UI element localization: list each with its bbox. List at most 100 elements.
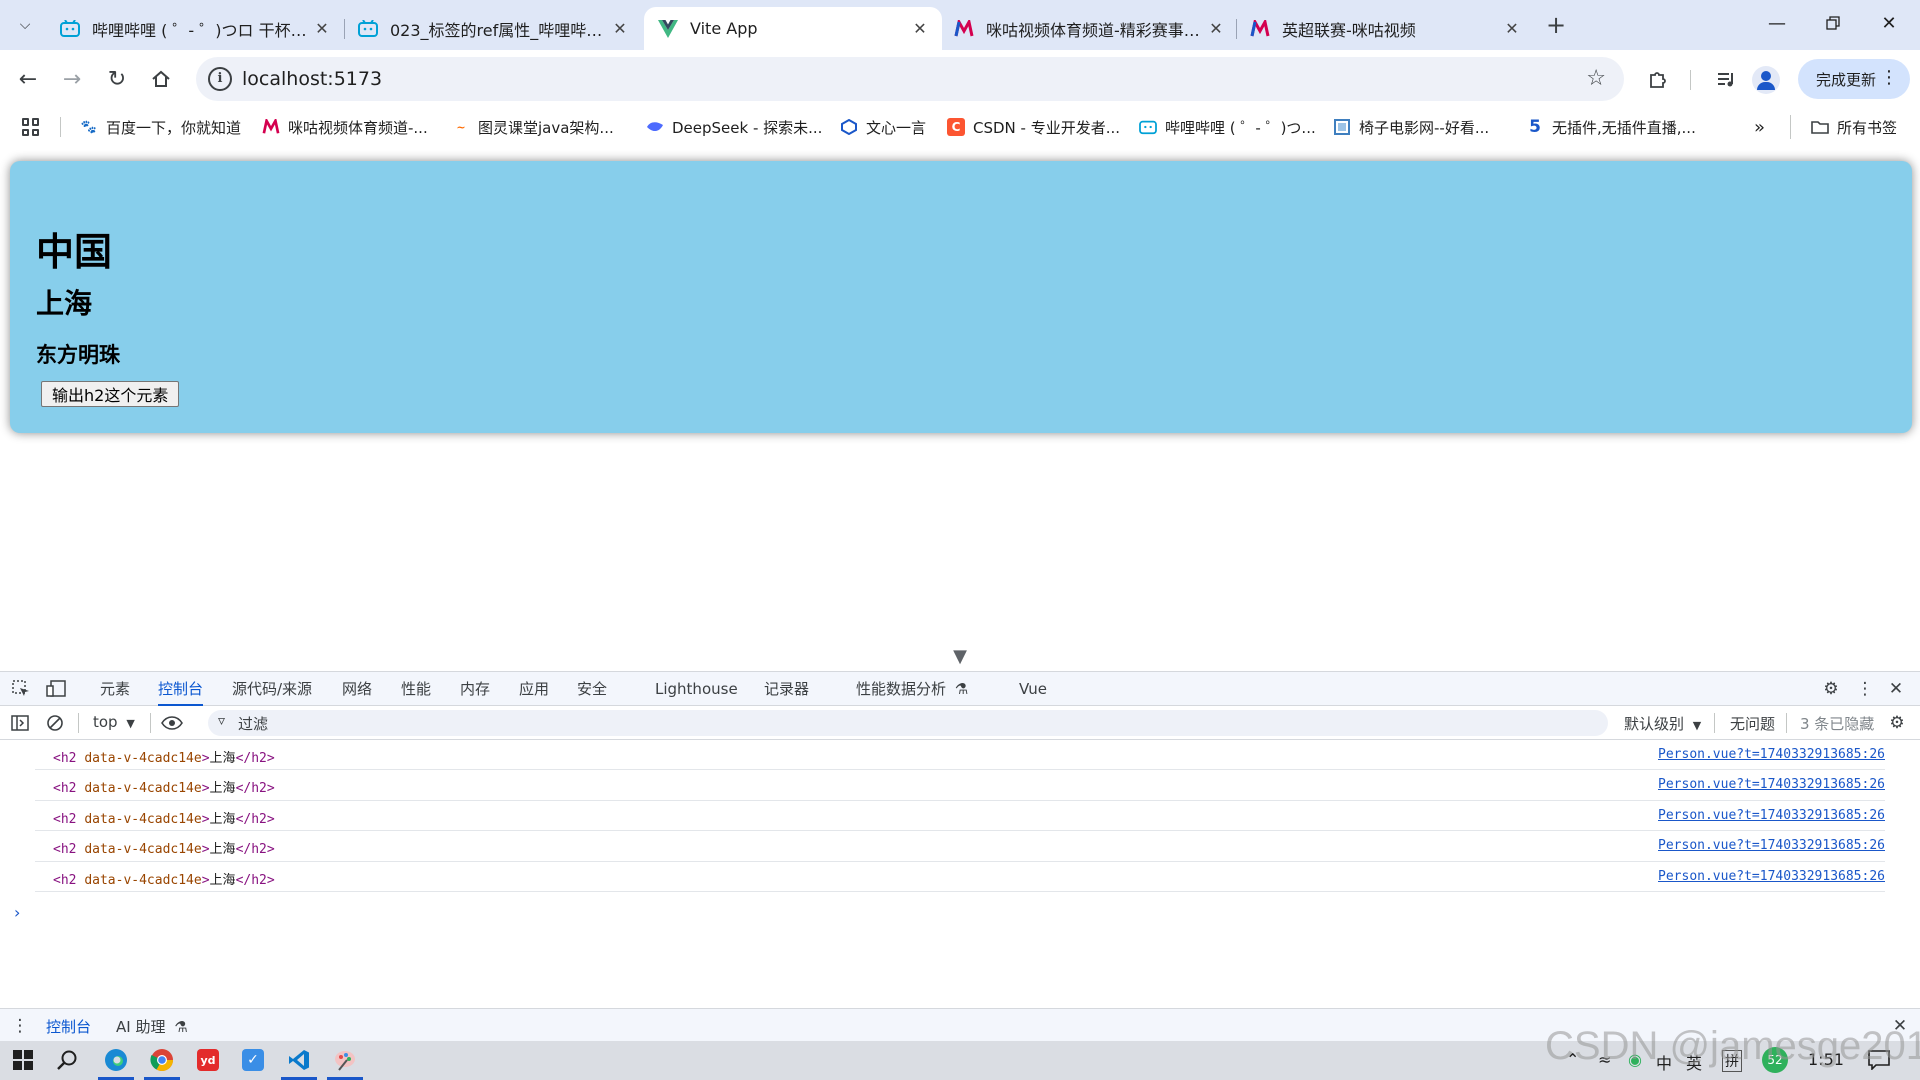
devtools-tab-memory[interactable]: 内存: [460, 672, 490, 706]
minimize-button[interactable]: —: [1750, 0, 1804, 46]
taskbar-chrome[interactable]: [147, 1045, 177, 1075]
tab-search-button[interactable]: ⌵: [8, 10, 42, 40]
devtools-tab-performance[interactable]: 性能: [401, 672, 431, 706]
bookmark-label: CSDN - 专业开发者...: [973, 118, 1121, 137]
devtools-tab-network[interactable]: 网络: [342, 672, 372, 706]
more-bookmarks-button[interactable]: »: [1754, 115, 1765, 139]
clear-console-icon[interactable]: [43, 711, 67, 735]
context-select[interactable]: top ▼: [93, 713, 135, 731]
close-window-button[interactable]: ✕: [1862, 0, 1916, 46]
log-source-link[interactable]: Person.vue?t=1740332913685:26: [1658, 777, 1885, 792]
new-tab-button[interactable]: +: [1542, 11, 1570, 39]
apps-grid-icon[interactable]: [22, 118, 40, 136]
devtools-panel: 元素 控制台 源代码/来源 网络 性能 内存 应用 安全 Lighthouse …: [0, 671, 1920, 1042]
bilibili-icon: [358, 19, 378, 39]
log-source-link[interactable]: Person.vue?t=1740332913685:26: [1658, 838, 1885, 853]
tab-migu-sports[interactable]: 咪咕视频体育频道-精彩赛事在线看 ✕: [940, 7, 1238, 50]
tab-bilibili-video[interactable]: 023_标签的ref属性_哔哩哔哩_bilibili ✕: [344, 7, 642, 50]
close-devtools-icon[interactable]: ✕: [1884, 677, 1908, 701]
taskbar-paint[interactable]: [330, 1045, 360, 1075]
device-toolbar-icon[interactable]: [44, 677, 68, 701]
collapse-arrow-icon[interactable]: ▼: [945, 644, 975, 670]
devtools-tab-security[interactable]: 安全: [577, 672, 607, 706]
console-log-row[interactable]: <h2 data-v-4cadc14e>上海</h2> Person.vue?t…: [35, 831, 1885, 862]
bookmark-label: 哔哩哔哩 ( ゜- ゜)つ...: [1165, 118, 1316, 137]
restore-button[interactable]: [1806, 0, 1860, 46]
taskbar-youdao[interactable]: yd: [193, 1045, 223, 1075]
drawer-tab-console[interactable]: 控制台: [46, 1016, 91, 1037]
bookmark-baidu[interactable]: 🐾 百度一下，你就知道: [80, 115, 241, 139]
log-message[interactable]: <h2 data-v-4cadc14e>上海</h2>: [53, 747, 275, 766]
media-controls-button[interactable]: [1710, 63, 1742, 95]
console-log-row[interactable]: <h2 data-v-4cadc14e>上海</h2> Person.vue?t…: [35, 801, 1885, 832]
all-bookmarks-button[interactable]: 所有书签: [1790, 115, 1897, 139]
devtools-tab-application[interactable]: 应用: [519, 672, 549, 706]
reload-button[interactable]: ↻: [99, 61, 135, 97]
close-icon[interactable]: ✕: [1500, 17, 1524, 41]
taskbar-edge[interactable]: [101, 1045, 131, 1075]
profile-avatar[interactable]: [1752, 66, 1780, 94]
bookmark-film[interactable]: 椅子电影网--好看...: [1333, 115, 1489, 139]
console-prompt-chevron-icon[interactable]: ›: [14, 903, 20, 922]
taskbar-app-blue[interactable]: ✓: [238, 1045, 268, 1075]
log-message[interactable]: <h2 data-v-4cadc14e>上海</h2>: [53, 777, 275, 796]
bookmark-label: 所有书签: [1837, 118, 1898, 137]
close-icon[interactable]: ✕: [608, 17, 632, 41]
bookmark-migu[interactable]: 咪咕视频体育频道-...: [262, 115, 428, 139]
drawer-tab-ai-assistant[interactable]: AI 助理 ⚗: [116, 1016, 188, 1037]
drawer-menu-icon[interactable]: ⋮: [8, 1014, 32, 1038]
issues-counter[interactable]: 无问题: [1730, 713, 1775, 734]
home-button[interactable]: [143, 61, 179, 97]
settings-gear-icon[interactable]: ⚙: [1819, 677, 1843, 701]
tab-bilibili-home[interactable]: 哔哩哔哩 ( ゜- ゜)つロ 干杯~-bilibili ✕: [46, 7, 344, 50]
bookmark-csdn[interactable]: C CSDN - 专业开发者...: [947, 115, 1120, 139]
log-message[interactable]: <h2 data-v-4cadc14e>上海</h2>: [53, 808, 275, 827]
console-log-row[interactable]: <h2 data-v-4cadc14e>上海</h2> Person.vue?t…: [35, 862, 1885, 892]
log-source-link[interactable]: Person.vue?t=1740332913685:26: [1658, 808, 1885, 823]
forward-button[interactable]: →: [54, 61, 90, 97]
devtools-tab-elements[interactable]: 元素: [100, 672, 130, 706]
more-vert-icon[interactable]: ⋮: [1853, 677, 1877, 701]
site-info-icon[interactable]: i: [208, 67, 232, 91]
devtools-tab-console[interactable]: 控制台: [158, 672, 204, 706]
taskbar-vscode[interactable]: [284, 1045, 314, 1075]
console-log-row[interactable]: <h2 data-v-4cadc14e>上海</h2> Person.vue?t…: [35, 770, 1885, 801]
bookmark-bilibili[interactable]: 哔哩哔哩 ( ゜- ゜)つ...: [1139, 115, 1316, 139]
devtools-tab-recorder[interactable]: 记录器: [764, 672, 809, 706]
close-icon[interactable]: ✕: [310, 17, 334, 41]
log-message[interactable]: <h2 data-v-4cadc14e>上海</h2>: [53, 838, 275, 857]
output-h2-button[interactable]: 输出h2这个元素: [41, 381, 180, 407]
filter-divider: [1786, 713, 1787, 733]
bookmark-wenxin[interactable]: 文心一言: [840, 115, 926, 139]
devtools-tab-sources[interactable]: 源代码/来源: [232, 672, 312, 706]
devtools-tab-vue[interactable]: Vue: [1019, 672, 1047, 706]
devtools-tab-lighthouse[interactable]: Lighthouse: [655, 672, 738, 706]
bookmark-star-icon[interactable]: ☆: [1586, 66, 1606, 91]
console-settings-gear-icon[interactable]: ⚙: [1885, 711, 1909, 735]
console-log-row[interactable]: <h2 data-v-4cadc14e>上海</h2> Person.vue?t…: [35, 740, 1885, 771]
log-source-link[interactable]: Person.vue?t=1740332913685:26: [1658, 869, 1885, 884]
arrow-right-icon: →: [62, 66, 82, 92]
address-bar[interactable]: i localhost:5173 ☆: [196, 57, 1624, 101]
inspect-element-icon[interactable]: [9, 677, 33, 701]
start-button[interactable]: [8, 1045, 38, 1075]
tab-vite-app[interactable]: Vite App ✕: [644, 7, 942, 50]
tab-premier-league[interactable]: 英超联赛-咪咕视频 ✕: [1236, 7, 1534, 50]
update-button[interactable]: 完成更新 ⋮: [1798, 59, 1910, 99]
bookmark-deepseek[interactable]: DeepSeek - 探索未...: [646, 115, 822, 139]
bookmark-live[interactable]: 5 无插件,无插件直播,...: [1526, 115, 1696, 139]
back-button[interactable]: ←: [10, 61, 46, 97]
playlist-icon: [1718, 73, 1733, 87]
extensions-button[interactable]: [1642, 63, 1674, 95]
search-button[interactable]: [52, 1045, 82, 1075]
log-message[interactable]: <h2 data-v-4cadc14e>上海</h2>: [53, 869, 275, 888]
close-icon[interactable]: ✕: [1204, 17, 1228, 41]
bookmark-tuling[interactable]: ~ 图灵课堂java架构...: [452, 115, 613, 139]
sidebar-toggle-icon[interactable]: [8, 711, 32, 735]
log-level-select[interactable]: 默认级别 ▼: [1624, 713, 1701, 734]
console-filter-input[interactable]: ▿ 过滤: [208, 710, 1608, 736]
eye-icon[interactable]: [160, 711, 184, 735]
close-icon[interactable]: ✕: [908, 17, 932, 41]
devtools-tab-performance-insights[interactable]: 性能数据分析 ⚗: [856, 672, 968, 706]
log-source-link[interactable]: Person.vue?t=1740332913685:26: [1658, 747, 1885, 762]
